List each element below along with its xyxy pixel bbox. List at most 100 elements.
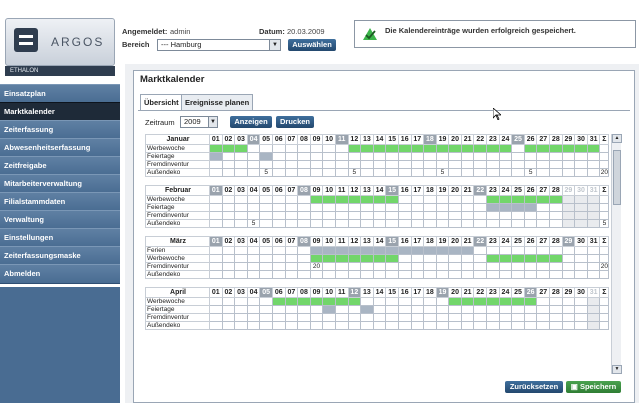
day-cell[interactable] xyxy=(385,160,399,169)
day-cell[interactable] xyxy=(334,219,349,228)
sidebar-item-abmelden[interactable]: Abmelden xyxy=(0,264,120,284)
day-cell[interactable] xyxy=(259,262,273,271)
day-cell[interactable] xyxy=(334,168,349,177)
day-cell[interactable] xyxy=(536,219,551,228)
day-cell[interactable] xyxy=(271,152,286,161)
sidebar-item-zeiterfassungsmaske[interactable]: Zeiterfassungsmaske xyxy=(0,246,120,266)
day-cell[interactable] xyxy=(284,297,299,306)
day-cell[interactable] xyxy=(372,262,387,271)
day-cell[interactable] xyxy=(448,219,462,228)
sidebar-item-marktkalender[interactable]: Marktkalender xyxy=(0,102,120,122)
day-cell[interactable] xyxy=(460,160,475,169)
day-cell[interactable] xyxy=(372,195,387,204)
bereich-select[interactable]: --- Hamburg ▼ xyxy=(157,39,281,51)
day-cell[interactable] xyxy=(536,203,551,212)
day-cell[interactable] xyxy=(498,219,513,228)
day-cell[interactable] xyxy=(511,203,525,212)
day-cell[interactable] xyxy=(574,211,588,220)
day-cell[interactable] xyxy=(234,246,248,255)
day-cell[interactable] xyxy=(372,219,387,228)
day-cell[interactable] xyxy=(574,305,588,314)
day-cell[interactable] xyxy=(561,262,576,271)
day-cell[interactable] xyxy=(410,211,425,220)
day-cell[interactable] xyxy=(536,313,551,322)
day-cell[interactable] xyxy=(209,305,223,314)
day-cell[interactable] xyxy=(574,168,588,177)
day-cell[interactable] xyxy=(271,203,286,212)
sidebar-item-verwaltung[interactable]: Verwaltung xyxy=(0,210,120,230)
day-cell[interactable] xyxy=(561,305,576,314)
day-cell[interactable] xyxy=(511,211,525,220)
day-cell[interactable] xyxy=(221,262,236,271)
day-cell[interactable] xyxy=(334,297,349,306)
day-cell[interactable] xyxy=(322,152,336,161)
day-cell[interactable] xyxy=(549,195,563,204)
day-cell[interactable] xyxy=(259,270,273,279)
day-cell[interactable] xyxy=(259,321,273,330)
day-cell[interactable] xyxy=(435,254,450,263)
day-cell[interactable] xyxy=(334,321,349,330)
day-cell[interactable] xyxy=(410,305,425,314)
day-cell[interactable] xyxy=(448,168,462,177)
day-cell[interactable] xyxy=(385,168,399,177)
day-cell[interactable] xyxy=(322,262,336,271)
day-cell[interactable] xyxy=(549,168,563,177)
day-cell[interactable] xyxy=(372,144,387,153)
day-cell[interactable] xyxy=(322,270,336,279)
day-cell[interactable] xyxy=(473,144,488,153)
day-cell[interactable] xyxy=(586,195,601,204)
day-cell[interactable] xyxy=(498,195,513,204)
day-cell[interactable] xyxy=(271,270,286,279)
day-cell[interactable] xyxy=(473,270,488,279)
day-cell[interactable] xyxy=(246,168,261,177)
day-cell[interactable] xyxy=(435,203,450,212)
day-cell[interactable] xyxy=(423,211,437,220)
day-cell[interactable]: 20 xyxy=(309,262,324,271)
day-cell[interactable] xyxy=(549,246,563,255)
day-cell[interactable] xyxy=(347,305,362,314)
sidebar-item-einsatzplan[interactable]: Einsatzplan xyxy=(0,84,120,104)
day-cell[interactable] xyxy=(322,246,336,255)
day-cell[interactable] xyxy=(209,160,223,169)
day-cell[interactable] xyxy=(574,262,588,271)
day-cell[interactable] xyxy=(334,246,349,255)
day-cell[interactable] xyxy=(397,270,412,279)
day-cell[interactable] xyxy=(473,305,488,314)
day-cell[interactable] xyxy=(309,211,324,220)
day-cell[interactable] xyxy=(586,262,601,271)
day-cell[interactable] xyxy=(549,211,563,220)
day-cell[interactable] xyxy=(536,211,551,220)
day-cell[interactable] xyxy=(473,211,488,220)
day-cell[interactable] xyxy=(284,254,299,263)
day-cell[interactable] xyxy=(234,270,248,279)
day-cell[interactable] xyxy=(309,270,324,279)
day-cell[interactable] xyxy=(586,246,601,255)
day-cell[interactable] xyxy=(297,168,311,177)
day-cell[interactable] xyxy=(297,313,311,322)
day-cell[interactable] xyxy=(297,219,311,228)
day-cell[interactable] xyxy=(549,160,563,169)
day-cell[interactable] xyxy=(561,203,576,212)
day-cell[interactable] xyxy=(536,270,551,279)
day-cell[interactable] xyxy=(536,262,551,271)
day-cell[interactable] xyxy=(372,160,387,169)
day-cell[interactable] xyxy=(536,305,551,314)
day-cell[interactable] xyxy=(561,211,576,220)
day-cell[interactable] xyxy=(297,262,311,271)
day-cell[interactable] xyxy=(297,160,311,169)
day-cell[interactable] xyxy=(297,297,311,306)
day-cell[interactable] xyxy=(209,152,223,161)
day-cell[interactable] xyxy=(360,195,374,204)
day-cell[interactable] xyxy=(561,168,576,177)
day-cell[interactable] xyxy=(360,262,374,271)
day-cell[interactable] xyxy=(271,160,286,169)
day-cell[interactable] xyxy=(284,219,299,228)
day-cell[interactable] xyxy=(561,195,576,204)
day-cell[interactable] xyxy=(385,144,399,153)
day-cell[interactable] xyxy=(347,160,362,169)
day-cell[interactable] xyxy=(209,144,223,153)
day-cell[interactable] xyxy=(448,254,462,263)
day-cell[interactable] xyxy=(523,262,538,271)
day-cell[interactable] xyxy=(549,262,563,271)
day-cell[interactable] xyxy=(221,168,236,177)
